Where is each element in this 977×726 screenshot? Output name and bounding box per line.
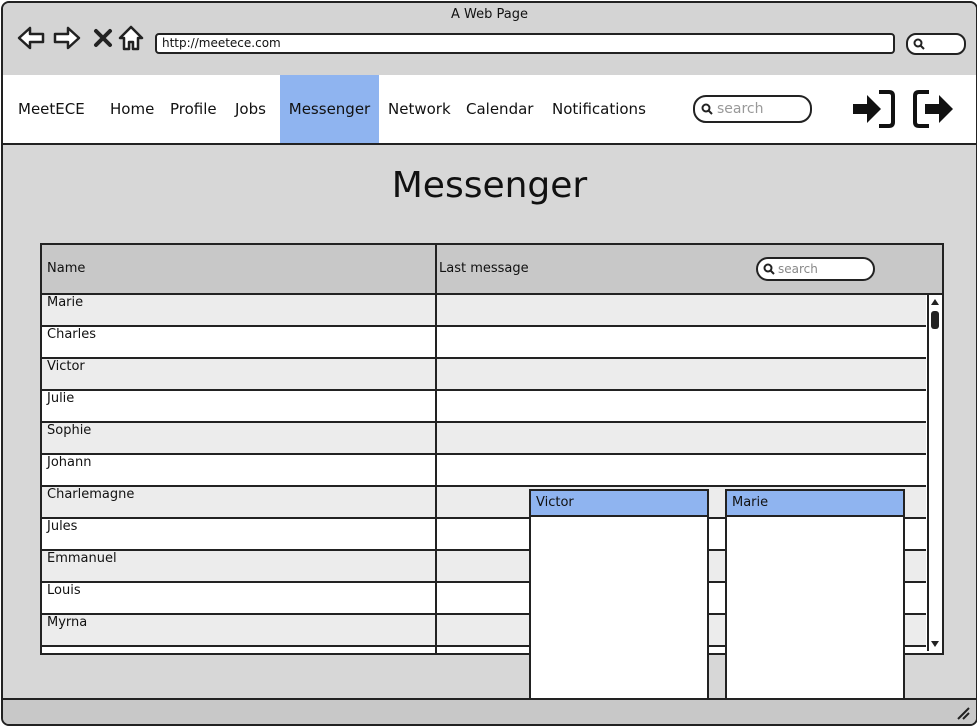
search-icon [701,103,713,115]
nav-profile[interactable]: Profile [170,75,217,143]
nav-home[interactable]: Home [110,75,154,143]
forward-icon[interactable] [52,23,82,53]
resize-grip-icon[interactable] [954,704,970,720]
search-icon [913,38,925,50]
header-last-message: Last message [439,261,529,276]
column-divider [435,245,437,653]
back-icon[interactable] [16,23,46,53]
browser-window: A Web Page http://meetece.com MeetECE Ho… [1,1,977,726]
sign-out-icon[interactable] [913,89,957,133]
nav-network[interactable]: Network [388,75,451,143]
brand-logo[interactable]: MeetECE [18,75,85,143]
scroll-up-icon[interactable] [930,297,940,307]
contact-name: Louis [47,583,81,598]
scroll-down-icon[interactable] [930,639,940,649]
status-bar [3,698,976,724]
contact-name: Jules [47,519,78,534]
search-icon [763,263,775,275]
chat-header[interactable]: Victor [531,491,707,517]
table-row[interactable]: Sophie [42,423,926,455]
chat-header[interactable]: Marie [727,491,903,517]
table-search-placeholder: search [778,262,818,276]
nav-messenger[interactable]: Messenger [280,75,379,143]
table-search-input[interactable]: search [756,257,875,281]
close-icon[interactable] [88,23,118,53]
chat-window-marie[interactable]: Marie [725,489,905,705]
table-scrollbar[interactable] [927,295,941,651]
table-row[interactable]: Julie [42,391,926,423]
contact-name: Julie [47,391,75,406]
chat-window-victor[interactable]: Victor [529,489,709,705]
contact-name: Emmanuel [47,551,117,566]
nav-calendar[interactable]: Calendar [466,75,533,143]
table-row[interactable]: Marie [42,295,926,327]
nav-search-placeholder: search [717,101,764,117]
nav-notifications[interactable]: Notifications [552,75,646,143]
contact-name: Myrna [47,615,88,630]
contact-name: Marie [47,295,84,310]
contact-name: Sophie [47,423,92,438]
address-bar[interactable]: http://meetece.com [155,33,895,54]
scroll-thumb[interactable] [931,311,939,329]
home-icon[interactable] [116,23,146,53]
header-name: Name [47,261,86,276]
table-header: Name Last message search [42,245,942,295]
nav-search-input[interactable]: search [693,95,812,123]
table-row[interactable]: Victor [42,359,926,391]
table-row[interactable]: Charles [42,327,926,359]
page-title: Messenger [391,165,588,206]
contact-name: Charles [47,327,97,342]
browser-toolbar: A Web Page http://meetece.com [3,3,976,77]
contact-name: Charlemagne [47,487,135,502]
site-navbar: MeetECE Home Profile Jobs Messenger Netw… [3,75,976,145]
browser-search[interactable] [906,33,966,55]
table-row[interactable]: Johann [42,455,926,487]
window-title: A Web Page [451,7,528,22]
sign-in-icon[interactable] [851,89,895,133]
contact-name: Johann [47,455,92,470]
nav-jobs[interactable]: Jobs [235,75,266,143]
contact-name: Victor [47,359,85,374]
